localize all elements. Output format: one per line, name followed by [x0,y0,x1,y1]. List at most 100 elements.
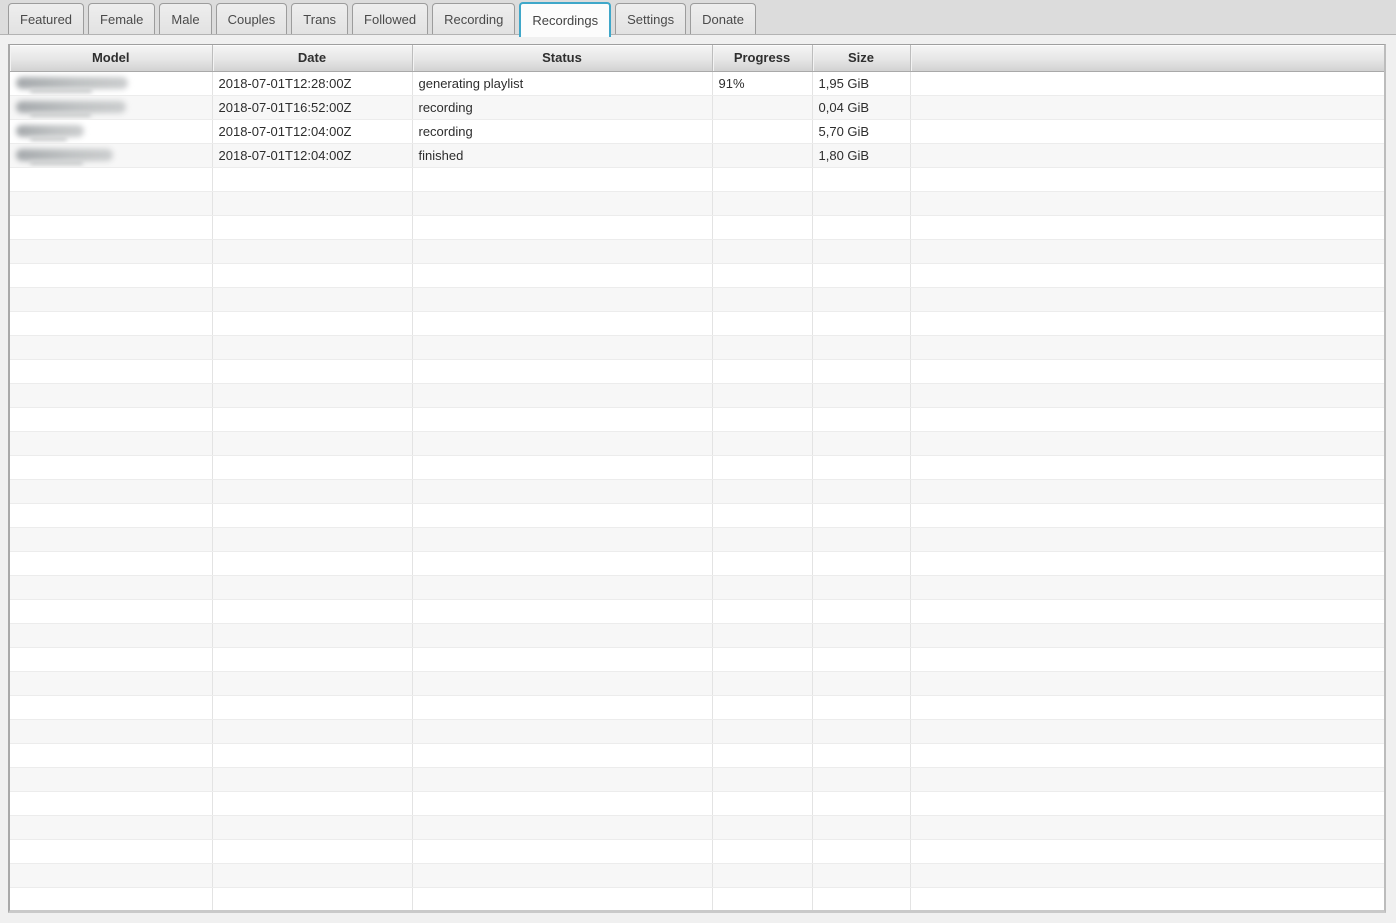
empty-cell [812,431,910,455]
tab-trans[interactable]: Trans [291,3,348,34]
column-header-model[interactable]: Model [10,45,212,71]
empty-cell [812,695,910,719]
tab-male[interactable]: Male [159,3,211,34]
cell-status[interactable]: finished [412,143,712,167]
empty-cell [910,527,1384,551]
empty-row [10,191,1384,215]
cell-date[interactable]: 2018-07-01T12:28:00Z [212,71,412,95]
empty-cell [212,671,412,695]
table-row[interactable]: 2018-07-01T12:04:00Z recording 5,70 GiB [10,119,1384,143]
empty-cell [910,671,1384,695]
empty-row [10,431,1384,455]
tab-female[interactable]: Female [88,3,155,34]
empty-cell [212,311,412,335]
empty-cell [10,575,212,599]
cell-model[interactable] [10,143,212,167]
empty-cell [412,455,712,479]
cell-status[interactable]: recording [412,119,712,143]
empty-cell [812,623,910,647]
empty-row [10,815,1384,839]
empty-row [10,743,1384,767]
table-row[interactable]: 2018-07-01T12:04:00Z finished 1,80 GiB [10,143,1384,167]
empty-cell [712,599,812,623]
empty-cell [412,863,712,887]
empty-cell [910,263,1384,287]
empty-cell [910,887,1384,911]
empty-cell [212,335,412,359]
empty-cell [212,167,412,191]
column-header-date[interactable]: Date [212,45,412,71]
cell-progress[interactable] [712,95,812,119]
cell-progress[interactable] [712,143,812,167]
cell-size[interactable]: 1,80 GiB [812,143,910,167]
empty-row [10,551,1384,575]
tab-followed[interactable]: Followed [352,3,428,34]
empty-row [10,863,1384,887]
empty-cell [712,887,812,911]
cell-progress[interactable] [712,119,812,143]
empty-cell [910,863,1384,887]
empty-cell [910,767,1384,791]
empty-cell [212,887,412,911]
column-header-progress[interactable]: Progress [712,45,812,71]
tab-recording[interactable]: Recording [432,3,515,34]
tab-featured[interactable]: Featured [8,3,84,34]
empty-cell [412,551,712,575]
cell-status[interactable]: recording [412,95,712,119]
empty-cell [212,719,412,743]
cell-size[interactable]: 5,70 GiB [812,119,910,143]
empty-cell [10,479,212,503]
cell-date[interactable]: 2018-07-01T12:04:00Z [212,143,412,167]
empty-cell [412,503,712,527]
tab-label: Followed [364,12,416,27]
empty-cell [812,479,910,503]
tab-recordings[interactable]: Recordings [519,2,611,37]
empty-cell [10,719,212,743]
column-header-status[interactable]: Status [412,45,712,71]
cell-filler [910,143,1384,167]
table-header-row: Model Date Status Progress Size [10,45,1384,71]
empty-cell [910,455,1384,479]
model-name-redacted [16,98,126,117]
empty-cell [910,503,1384,527]
empty-row [10,647,1384,671]
cell-model[interactable] [10,119,212,143]
cell-model[interactable] [10,71,212,95]
empty-cell [910,311,1384,335]
empty-cell [910,191,1384,215]
empty-cell [412,239,712,263]
tab-couples[interactable]: Couples [216,3,288,34]
empty-cell [910,239,1384,263]
empty-cell [10,791,212,815]
empty-cell [10,383,212,407]
tab-settings[interactable]: Settings [615,3,686,34]
empty-cell [10,215,212,239]
table-row[interactable]: 2018-07-01T12:28:00Z generating playlist… [10,71,1384,95]
tab-label: Female [100,12,143,27]
empty-cell [712,503,812,527]
cell-date[interactable]: 2018-07-01T16:52:00Z [212,95,412,119]
empty-row [10,887,1384,911]
empty-cell [212,599,412,623]
empty-cell [812,335,910,359]
cell-size[interactable]: 1,95 GiB [812,71,910,95]
empty-cell [10,191,212,215]
column-header-size[interactable]: Size [812,45,910,71]
empty-cell [712,791,812,815]
empty-cell [812,311,910,335]
empty-cell [812,455,910,479]
cell-progress[interactable]: 91% [712,71,812,95]
cell-size[interactable]: 0,04 GiB [812,95,910,119]
empty-cell [412,287,712,311]
empty-cell [412,791,712,815]
cell-model[interactable] [10,95,212,119]
empty-cell [712,215,812,239]
cell-date[interactable]: 2018-07-01T12:04:00Z [212,119,412,143]
tab-donate[interactable]: Donate [690,3,756,34]
table-row[interactable]: 2018-07-01T16:52:00Z recording 0,04 GiB [10,95,1384,119]
cell-status[interactable]: generating playlist [412,71,712,95]
empty-cell [10,527,212,551]
empty-cell [910,359,1384,383]
empty-cell [412,167,712,191]
column-header-filler [910,45,1384,71]
